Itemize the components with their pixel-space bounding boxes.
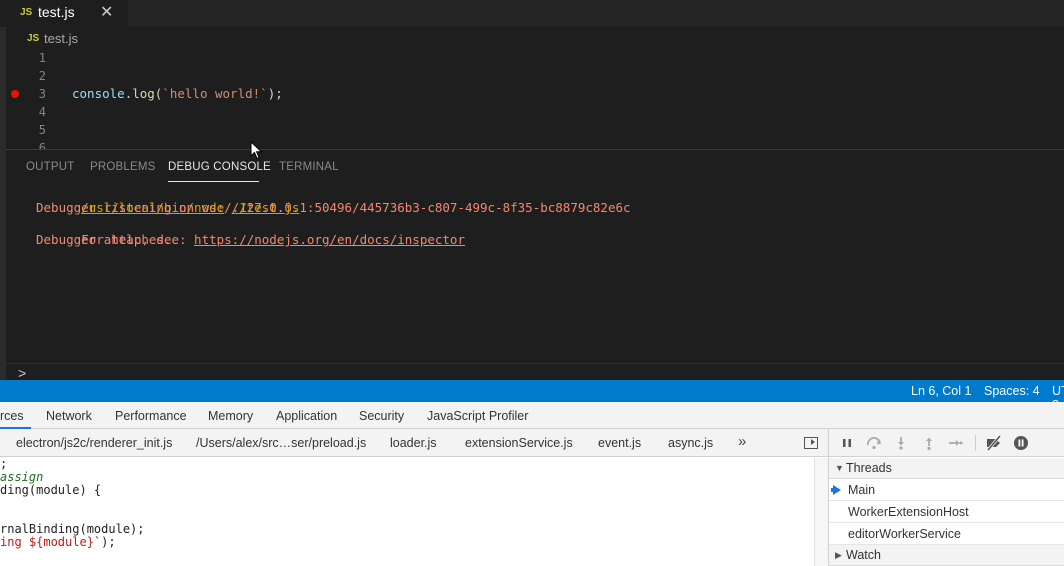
toggle-debugger-sidebar-icon[interactable] bbox=[804, 437, 818, 449]
source-string-tail: `); bbox=[93, 535, 116, 549]
collapsed-triangle-icon: ▶ bbox=[835, 550, 842, 560]
source-line: ding(module) { bbox=[0, 483, 102, 497]
section-title: Threads bbox=[846, 461, 892, 475]
code-token-close: ); bbox=[267, 86, 283, 101]
console-help-link[interactable]: https://nodejs.org/en/docs/inspector bbox=[194, 232, 465, 247]
thread-item[interactable]: editorWorkerService bbox=[829, 523, 1064, 545]
more-tabs-icon[interactable]: » bbox=[738, 433, 746, 450]
close-icon[interactable]: ✕ bbox=[100, 2, 113, 22]
tab-security[interactable]: Security bbox=[359, 409, 404, 423]
divider bbox=[6, 363, 1064, 364]
source-line: assign bbox=[0, 470, 44, 484]
file-tab[interactable]: electron/js2c/renderer_init.js bbox=[16, 436, 172, 450]
tab-output[interactable]: OUTPUT bbox=[26, 161, 74, 173]
code-token-string: `hello world!` bbox=[162, 86, 268, 101]
devtools-tab-bar: rces Network Performance Memory Applicat… bbox=[0, 402, 1064, 429]
code-token-object: console bbox=[72, 86, 125, 101]
tab-terminal[interactable]: TERMINAL bbox=[279, 161, 339, 173]
editor-tab-test-js[interactable]: JS test.js ✕ bbox=[0, 0, 128, 27]
thread-item[interactable]: WorkerExtensionHost bbox=[829, 501, 1064, 523]
bottom-panel: OUTPUT PROBLEMS DEBUG CONSOLE TERMINAL /… bbox=[6, 149, 1064, 381]
editor-line: 6 bbox=[6, 139, 1064, 149]
thread-label: Main bbox=[848, 483, 876, 497]
code-editor[interactable]: 1 2 3 console.log(`hello world!`); 4 5 6 bbox=[6, 49, 1064, 149]
step-into-icon[interactable] bbox=[893, 435, 909, 451]
thread-label: editorWorkerService bbox=[848, 527, 962, 541]
step-out-icon[interactable] bbox=[921, 435, 937, 451]
file-tab[interactable]: /Users/alex/src…ser/preload.js bbox=[196, 436, 366, 450]
line-number: 4 bbox=[38, 105, 46, 119]
active-tab-indicator bbox=[168, 181, 259, 182]
step-over-icon[interactable] bbox=[865, 435, 885, 451]
current-thread-arrow-icon bbox=[833, 485, 841, 495]
source-line: ing ${module}`); bbox=[0, 536, 814, 549]
js-file-icon: JS bbox=[20, 7, 33, 18]
source-line: rnalBinding(module); bbox=[0, 522, 145, 536]
file-tab[interactable]: loader.js bbox=[390, 436, 437, 450]
line-number: 6 bbox=[38, 141, 46, 149]
source-code-view[interactable]: ; assign ding(module) { rnalBinding(modu… bbox=[0, 458, 814, 566]
source-string: ing ${module} bbox=[0, 535, 94, 549]
source-line: ; bbox=[0, 457, 8, 471]
editor-tab-label: test.js bbox=[38, 4, 75, 20]
line-number: 5 bbox=[38, 123, 46, 137]
editor-line: 2 bbox=[6, 67, 1064, 85]
line-number: 2 bbox=[38, 69, 46, 83]
source-line bbox=[0, 497, 814, 510]
thread-label: WorkerExtensionHost bbox=[848, 505, 969, 519]
console-line: Debugger listening on ws://127.0.0.1:504… bbox=[36, 200, 631, 215]
tab-application[interactable]: Application bbox=[276, 409, 337, 423]
tab-performance[interactable]: Performance bbox=[115, 409, 187, 423]
step-icon[interactable] bbox=[947, 435, 963, 451]
tab-debug-console[interactable]: DEBUG CONSOLE bbox=[168, 161, 271, 173]
console-line: /usr/local/bin/node ./test.js bbox=[36, 184, 631, 215]
cursor-position[interactable]: Ln 6, Col 1 bbox=[911, 384, 971, 398]
toolbar-divider bbox=[975, 435, 976, 451]
status-bar: Ln 6, Col 1 Spaces: 4 UTF-8 bbox=[0, 380, 1064, 412]
tab-problems[interactable]: PROBLEMS bbox=[90, 161, 156, 173]
pause-icon[interactable] bbox=[839, 435, 855, 451]
editor-tab-bar: JS test.js ✕ bbox=[0, 0, 1064, 27]
indentation-setting[interactable]: Spaces: 4 bbox=[984, 384, 1040, 398]
mouse-pointer-icon bbox=[250, 141, 263, 160]
line-number: 3 bbox=[38, 87, 46, 101]
editor-line: 3 console.log(`hello world!`); bbox=[6, 85, 1064, 103]
file-tab[interactable]: async.js bbox=[668, 436, 713, 450]
file-tab[interactable]: event.js bbox=[598, 436, 641, 450]
watch-section-header[interactable]: ▶ Watch bbox=[829, 545, 1064, 566]
debug-console-output: /usr/local/bin/node ./test.js Debugger l… bbox=[36, 184, 631, 248]
console-line: For help, see: https://nodejs.org/en/doc… bbox=[36, 216, 631, 247]
line-number: 1 bbox=[38, 51, 46, 65]
devtools-window: rces Network Performance Memory Applicat… bbox=[0, 402, 1064, 566]
deactivate-breakpoints-icon[interactable] bbox=[984, 435, 1004, 451]
tab-javascript-profiler[interactable]: JavaScript Profiler bbox=[427, 409, 528, 423]
breadcrumb[interactable]: JS test.js bbox=[0, 27, 1064, 49]
tab-sources[interactable]: rces bbox=[0, 409, 24, 423]
console-input-prompt[interactable]: > bbox=[18, 365, 26, 381]
code-token-function: log bbox=[132, 86, 155, 101]
file-tab[interactable]: extensionService.js bbox=[465, 436, 573, 450]
editor-line: 4 bbox=[6, 103, 1064, 121]
expanded-triangle-icon: ▼ bbox=[835, 463, 844, 473]
debugger-sidebar: ▼ Threads Main WorkerExtensionHost edito… bbox=[828, 429, 1064, 566]
section-title: Watch bbox=[846, 548, 881, 562]
editor-line: 1 bbox=[6, 49, 1064, 67]
breadcrumb-file[interactable]: test.js bbox=[44, 31, 78, 46]
panel-tab-bar: OUTPUT PROBLEMS DEBUG CONSOLE TERMINAL bbox=[6, 150, 1064, 182]
thread-item-main[interactable]: Main bbox=[829, 479, 1064, 501]
threads-section-header[interactable]: ▼ Threads bbox=[829, 458, 1064, 479]
source-file-tabs: electron/js2c/renderer_init.js /Users/al… bbox=[0, 429, 828, 457]
editor-line: 5 bbox=[6, 121, 1064, 139]
source-scrollbar[interactable] bbox=[814, 458, 828, 566]
pause-on-exceptions-icon[interactable] bbox=[1013, 435, 1029, 451]
code-text[interactable]: console.log(`hello world!`); bbox=[72, 86, 283, 101]
js-file-icon: JS bbox=[27, 33, 40, 44]
tab-network[interactable]: Network bbox=[46, 409, 92, 423]
tab-memory[interactable]: Memory bbox=[208, 409, 253, 423]
debugger-toolbar bbox=[829, 429, 1064, 457]
